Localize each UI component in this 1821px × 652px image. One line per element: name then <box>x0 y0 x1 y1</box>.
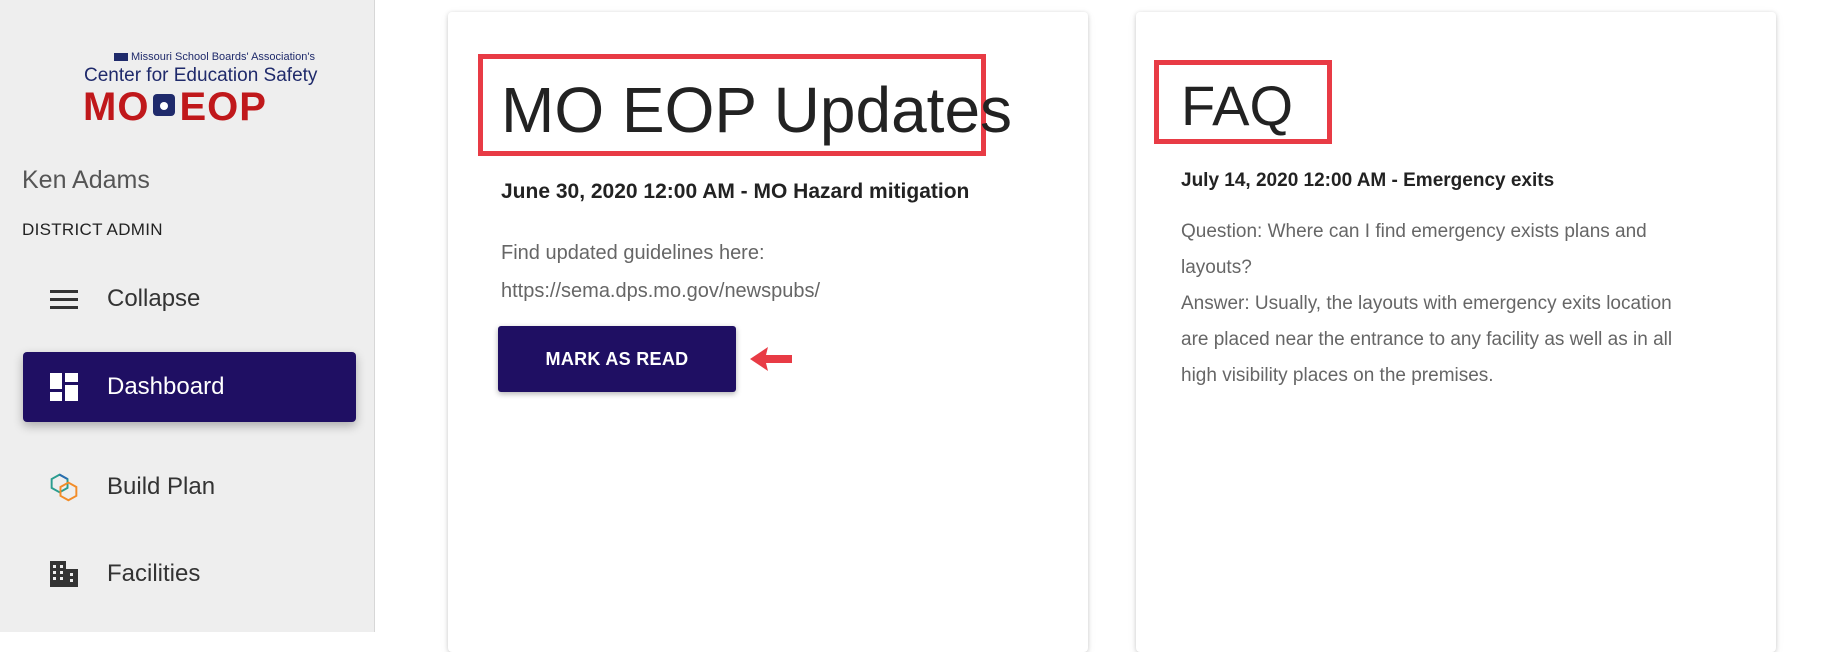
sidebar-item-build-plan[interactable]: Build Plan <box>23 452 356 522</box>
faq-card: FAQ July 14, 2020 12:00 AM - Emergency e… <box>1136 12 1776 652</box>
build-plan-icon <box>49 472 79 502</box>
post-body: Find updated guidelines here: https://se… <box>501 234 1061 310</box>
sidebar: Missouri School Boards' Association's Ce… <box>0 0 375 632</box>
mark-as-read-button[interactable]: MARK AS READ <box>498 326 736 392</box>
user-name: Ken Adams <box>22 166 150 194</box>
sidebar-item-label: Facilities <box>107 560 201 587</box>
sidebar-item-label: Dashboard <box>107 373 225 400</box>
card-title: FAQ <box>1181 74 1294 137</box>
sidebar-item-dashboard[interactable]: Dashboard <box>23 352 356 422</box>
post-link[interactable]: https://sema.dps.mo.gov/newspubs/ <box>501 272 1061 310</box>
post-heading: July 14, 2020 12:00 AM - Emergency exits <box>1181 170 1555 191</box>
sidebar-item-label: Collapse <box>107 285 201 312</box>
user-role: DISTRICT ADMIN <box>22 220 163 239</box>
logo-brand: MO EOP <box>83 85 267 129</box>
flag-icon <box>114 53 128 62</box>
sidebar-item-facilities[interactable]: Facilities <box>23 539 356 609</box>
post-body-line: layouts? <box>1181 257 1252 278</box>
main-content: MO EOP Updates June 30, 2020 12:00 AM - … <box>376 0 1821 652</box>
logo-center-name: Center for Education Safety <box>84 65 318 86</box>
post-body-line: are placed near the entrance to any faci… <box>1181 329 1673 350</box>
menu-icon <box>49 284 79 314</box>
logo-tagline: Missouri School Boards' Association's <box>114 51 315 63</box>
lock-icon <box>153 94 176 117</box>
post-body-line: high visibility places on the premises. <box>1181 365 1494 386</box>
dashboard-icon <box>49 372 79 402</box>
post-body-line: Question: Where can I find emergency exi… <box>1181 221 1647 242</box>
post-body-line: Find updated guidelines here: <box>501 242 765 264</box>
arrow-left-icon <box>750 347 792 371</box>
post-body-line: Answer: Usually, the layouts with emerge… <box>1181 293 1672 314</box>
updates-card: MO EOP Updates June 30, 2020 12:00 AM - … <box>448 12 1088 652</box>
sidebar-item-label: Build Plan <box>107 473 216 500</box>
mo-eop-logo[interactable]: Missouri School Boards' Association's Ce… <box>78 50 318 130</box>
post-heading: June 30, 2020 12:00 AM - MO Hazard mitig… <box>501 180 970 203</box>
card-title: MO EOP Updates <box>501 74 1013 146</box>
sidebar-item-collapse[interactable]: Collapse <box>23 264 356 334</box>
post-body: Question: Where can I find emergency exi… <box>1181 214 1741 394</box>
building-icon <box>49 559 79 589</box>
